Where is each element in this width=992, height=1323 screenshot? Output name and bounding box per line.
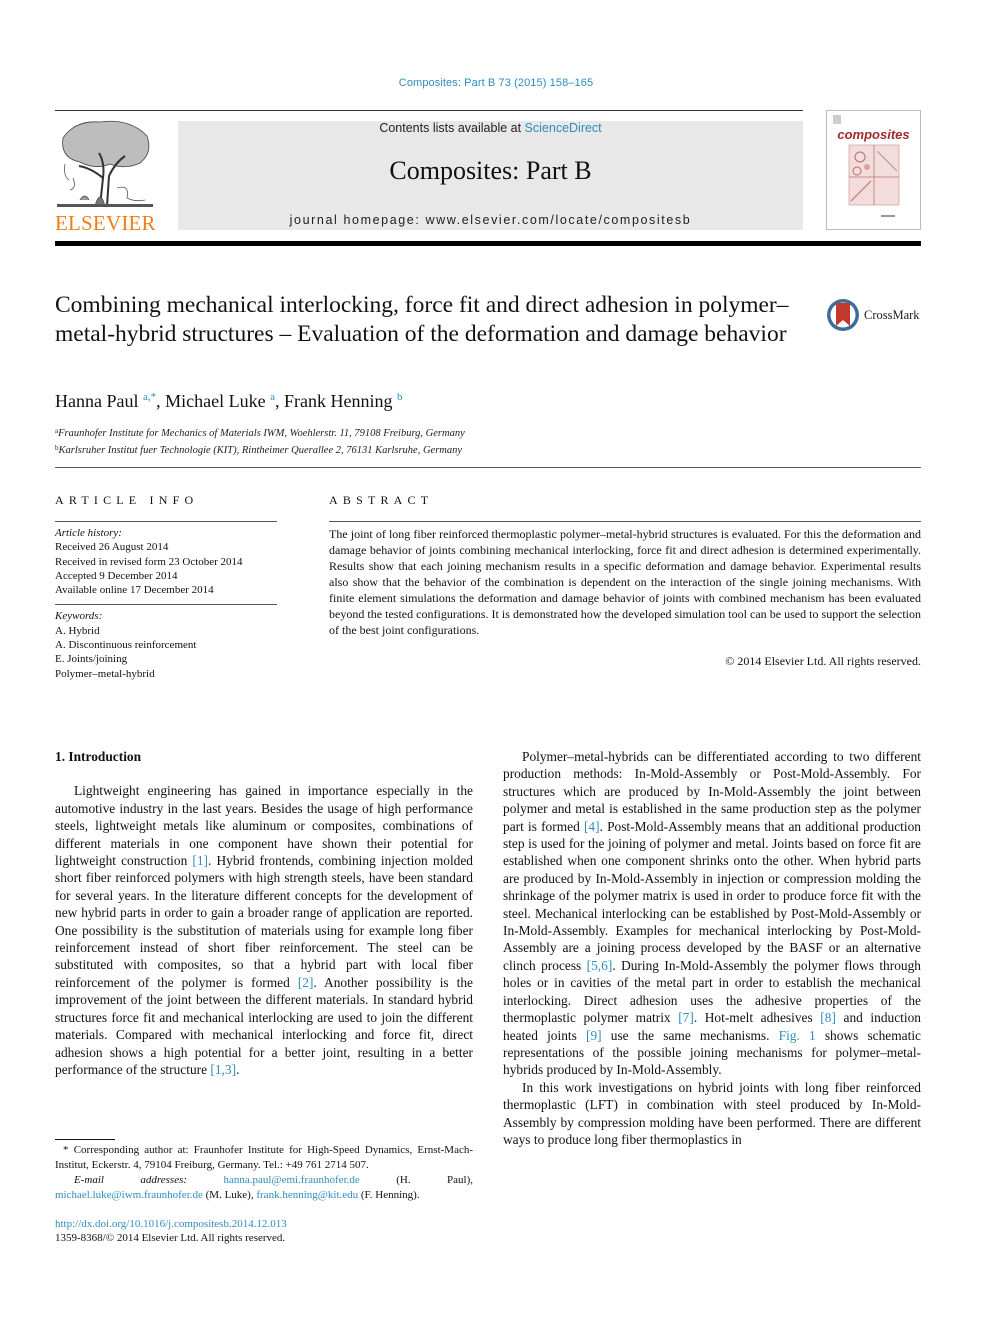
top-rule bbox=[55, 110, 803, 111]
history-item: Accepted 9 December 2014 bbox=[55, 569, 178, 582]
body-column-right: Polymer–metal-hybrids can be differentia… bbox=[503, 748, 921, 1148]
body-text: . Post-Mold-Assembly means that an addit… bbox=[503, 818, 921, 973]
author-affiliation-mark[interactable]: a bbox=[270, 391, 275, 403]
elsevier-tree-icon bbox=[57, 120, 153, 207]
author-name[interactable]: Hanna Paul bbox=[55, 391, 138, 411]
body-text: . Hot-melt adhesives bbox=[693, 1010, 821, 1026]
citation-link[interactable]: [2] bbox=[298, 975, 314, 990]
citation-link[interactable]: Fig. 1 bbox=[779, 1028, 816, 1043]
crossmark-label: CrossMark bbox=[864, 307, 920, 322]
crossmark-icon bbox=[827, 299, 859, 331]
journal-cover[interactable]: composites bbox=[826, 110, 921, 230]
elsevier-logo[interactable]: ELSEVIER bbox=[55, 118, 156, 235]
article-info: Article history: Received 26 August 2014… bbox=[55, 521, 277, 681]
body-text: . Another possibility is the improvement… bbox=[55, 974, 473, 1077]
affiliation-text: Karlsruher Institut fuer Technologie (KI… bbox=[58, 445, 463, 456]
article-info-heading: ARTICLE INFO bbox=[55, 493, 199, 507]
email-owner: (H. Paul), bbox=[359, 1174, 473, 1186]
history-item: Received 26 August 2014 bbox=[55, 541, 169, 554]
abstract-heading: ABSTRACT bbox=[329, 493, 434, 507]
body-column-left: 1. Introduction Lightweight engineering … bbox=[55, 748, 473, 1078]
journal-title: Composites: Part B bbox=[389, 156, 592, 185]
email-owner: (F. Henning). bbox=[358, 1189, 420, 1201]
citation-link[interactable]: [9] bbox=[586, 1028, 602, 1043]
affiliation-item: bKarlsruher Institut fuer Technologie (K… bbox=[55, 441, 465, 458]
section-heading: 1. Introduction bbox=[55, 749, 142, 764]
email-addresses: E-mail addresses: hanna.paul@emi.fraunho… bbox=[55, 1173, 473, 1203]
contents-prefix: Contents lists available at bbox=[379, 121, 525, 135]
keywords: Keywords: A. Hybrid A. Discontinuous rei… bbox=[55, 609, 277, 680]
citation-link[interactable]: [1] bbox=[192, 853, 208, 868]
abstract-text: The joint of long fiber reinforced therm… bbox=[329, 527, 921, 637]
body-paragraph: In this work investigations on hybrid jo… bbox=[503, 1079, 921, 1149]
doi-link[interactable]: http://dx.doi.org/10.1016/j.compositesb.… bbox=[55, 1218, 287, 1230]
crossmark-button[interactable]: CrossMark bbox=[826, 298, 920, 332]
keyword-item: A. Hybrid bbox=[55, 624, 100, 637]
elsevier-wordmark: ELSEVIER bbox=[55, 211, 156, 235]
doi-block: http://dx.doi.org/10.1016/j.compositesb.… bbox=[55, 1217, 287, 1245]
body-paragraph: Lightweight engineering has gained in im… bbox=[55, 782, 473, 1078]
contents-line: Contents lists available at ScienceDirec… bbox=[178, 121, 803, 135]
keyword-item: E. Joints/joining bbox=[55, 653, 128, 666]
body-text: . bbox=[236, 1061, 240, 1077]
divider bbox=[329, 521, 921, 522]
footnote-rule bbox=[55, 1139, 115, 1140]
divider bbox=[55, 467, 921, 468]
history-item: Available online 17 December 2014 bbox=[55, 584, 214, 597]
journal-masthead: Contents lists available at ScienceDirec… bbox=[178, 121, 803, 230]
affiliation-text: Fraunhofer Institute for Mechanics of Ma… bbox=[58, 428, 465, 439]
article-title: Combining mechanical interlocking, force… bbox=[55, 292, 789, 347]
email-owner: (M. Luke), bbox=[202, 1189, 257, 1201]
citation-link[interactable]: [7] bbox=[678, 1010, 694, 1025]
citation-link[interactable]: [5,6] bbox=[587, 958, 613, 973]
email-label: E-mail addresses: bbox=[74, 1174, 224, 1186]
author-name[interactable]: Frank Henning bbox=[284, 391, 392, 411]
citation-link[interactable]: [1,3] bbox=[210, 1062, 236, 1077]
body-text: In this work investigations on hybrid jo… bbox=[503, 1079, 921, 1147]
divider bbox=[55, 521, 277, 522]
email-link[interactable]: frank.henning@kit.edu bbox=[256, 1189, 358, 1201]
corresponding-author-note: * Corresponding author at: Fraunhofer In… bbox=[55, 1144, 473, 1171]
journal-citation[interactable]: Composites: Part B 73 (2015) 158–165 bbox=[0, 77, 992, 89]
affiliation-item: aFraunhofer Institute for Mechanics of M… bbox=[55, 424, 465, 441]
email-link[interactable]: hanna.paul@emi.fraunhofer.de bbox=[223, 1174, 359, 1186]
divider bbox=[55, 604, 277, 606]
author-list: Hanna Paul a,*, Michael Luke a, Frank He… bbox=[55, 391, 403, 411]
body-paragraph: Polymer–metal-hybrids can be differentia… bbox=[503, 748, 921, 1079]
article-history: Article history: Received 26 August 2014… bbox=[55, 526, 277, 597]
history-item: Received in revised form 23 October 2014 bbox=[55, 555, 243, 568]
author-affiliation-mark[interactable]: a,* bbox=[143, 391, 156, 403]
body-text: use the same mechanisms. bbox=[601, 1027, 779, 1043]
footnotes: * Corresponding author at: Fraunhofer In… bbox=[55, 1143, 473, 1203]
keyword-item: A. Discontinuous reinforcement bbox=[55, 639, 197, 652]
history-label: Article history: bbox=[55, 527, 122, 539]
author-affiliation-mark[interactable]: b bbox=[397, 391, 403, 403]
issn-line: 1359-8368/© 2014 Elsevier Ltd. All right… bbox=[55, 1232, 286, 1244]
author-name[interactable]: Michael Luke bbox=[165, 391, 265, 411]
header-thick-rule bbox=[55, 241, 921, 246]
citation-link[interactable]: [8] bbox=[820, 1010, 836, 1025]
sciencedirect-link[interactable]: ScienceDirect bbox=[525, 121, 602, 135]
keyword-item: Polymer–metal-hybrid bbox=[55, 667, 155, 680]
cover-title: composites bbox=[837, 127, 910, 142]
body-text: . Hybrid fron­tends, combining injection… bbox=[55, 853, 473, 990]
affiliations: aFraunhofer Institute for Mechanics of M… bbox=[55, 424, 465, 458]
abstract-copyright: © 2014 Elsevier Ltd. All rights reserved… bbox=[725, 654, 921, 668]
keywords-label: Keywords: bbox=[55, 610, 103, 623]
journal-homepage[interactable]: journal homepage: www.elsevier.com/locat… bbox=[178, 213, 803, 227]
citation-link[interactable]: [4] bbox=[584, 819, 600, 834]
email-link[interactable]: michael.luke@iwm.fraunhofer.de bbox=[55, 1189, 203, 1201]
